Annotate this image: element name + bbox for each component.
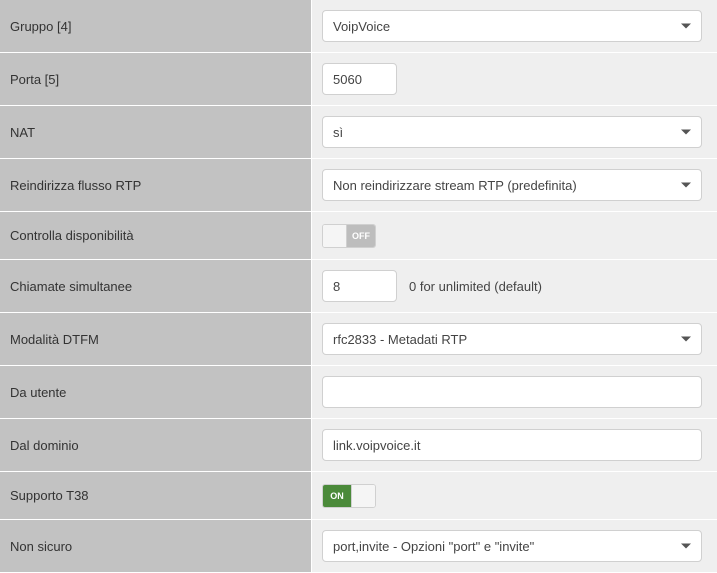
input-calls[interactable] xyxy=(322,270,397,302)
row-fromuser: Da utente xyxy=(0,366,717,419)
hint-calls: 0 for unlimited (default) xyxy=(409,279,542,294)
row-gruppo: Gruppo [4] VoipVoice xyxy=(0,0,717,53)
toggle-t38[interactable]: ON xyxy=(322,484,376,508)
select-rtp-value: Non reindirizzare stream RTP (predefinit… xyxy=(333,178,577,193)
label-calls: Chiamate simultanee xyxy=(0,260,312,312)
input-fromdomain[interactable] xyxy=(322,429,702,461)
select-nat-value: sì xyxy=(333,125,343,140)
toggle-knob xyxy=(323,225,347,247)
select-insecure[interactable]: port,invite - Opzioni "port" e "invite" xyxy=(322,530,702,562)
row-rtp: Reindirizza flusso RTP Non reindirizzare… xyxy=(0,159,717,212)
label-fromuser: Da utente xyxy=(0,366,312,418)
toggle-availability-label: OFF xyxy=(347,225,375,247)
label-availability: Controlla disponibilità xyxy=(0,212,312,259)
toggle-t38-label: ON xyxy=(323,485,351,507)
chevron-down-icon xyxy=(681,337,691,342)
select-rtp[interactable]: Non reindirizzare stream RTP (predefinit… xyxy=(322,169,702,201)
row-fromdomain: Dal dominio xyxy=(0,419,717,472)
select-gruppo-value: VoipVoice xyxy=(333,19,390,34)
label-nat: NAT xyxy=(0,106,312,158)
chevron-down-icon xyxy=(681,130,691,135)
chevron-down-icon xyxy=(681,183,691,188)
select-gruppo[interactable]: VoipVoice xyxy=(322,10,702,42)
input-fromuser[interactable] xyxy=(322,376,702,408)
row-dtmf: Modalità DTFM rfc2833 - Metadati RTP xyxy=(0,313,717,366)
label-rtp: Reindirizza flusso RTP xyxy=(0,159,312,211)
row-insecure: Non sicuro port,invite - Opzioni "port" … xyxy=(0,520,717,573)
toggle-availability[interactable]: OFF xyxy=(322,224,376,248)
label-insecure: Non sicuro xyxy=(0,520,312,572)
select-dtmf[interactable]: rfc2833 - Metadati RTP xyxy=(322,323,702,355)
row-porta: Porta [5] xyxy=(0,53,717,106)
label-fromdomain: Dal dominio xyxy=(0,419,312,471)
settings-form: Gruppo [4] VoipVoice Porta [5] NAT sì xyxy=(0,0,717,573)
label-t38: Supporto T38 xyxy=(0,472,312,519)
select-insecure-value: port,invite - Opzioni "port" e "invite" xyxy=(333,539,534,554)
label-gruppo: Gruppo [4] xyxy=(0,0,312,52)
chevron-down-icon xyxy=(681,24,691,29)
label-dtmf: Modalità DTFM xyxy=(0,313,312,365)
label-porta: Porta [5] xyxy=(0,53,312,105)
select-dtmf-value: rfc2833 - Metadati RTP xyxy=(333,332,467,347)
input-porta[interactable] xyxy=(322,63,397,95)
row-t38: Supporto T38 ON xyxy=(0,472,717,520)
row-nat: NAT sì xyxy=(0,106,717,159)
chevron-down-icon xyxy=(681,544,691,549)
select-nat[interactable]: sì xyxy=(322,116,702,148)
row-availability: Controlla disponibilità OFF xyxy=(0,212,717,260)
toggle-knob xyxy=(351,485,375,507)
row-calls: Chiamate simultanee 0 for unlimited (def… xyxy=(0,260,717,313)
